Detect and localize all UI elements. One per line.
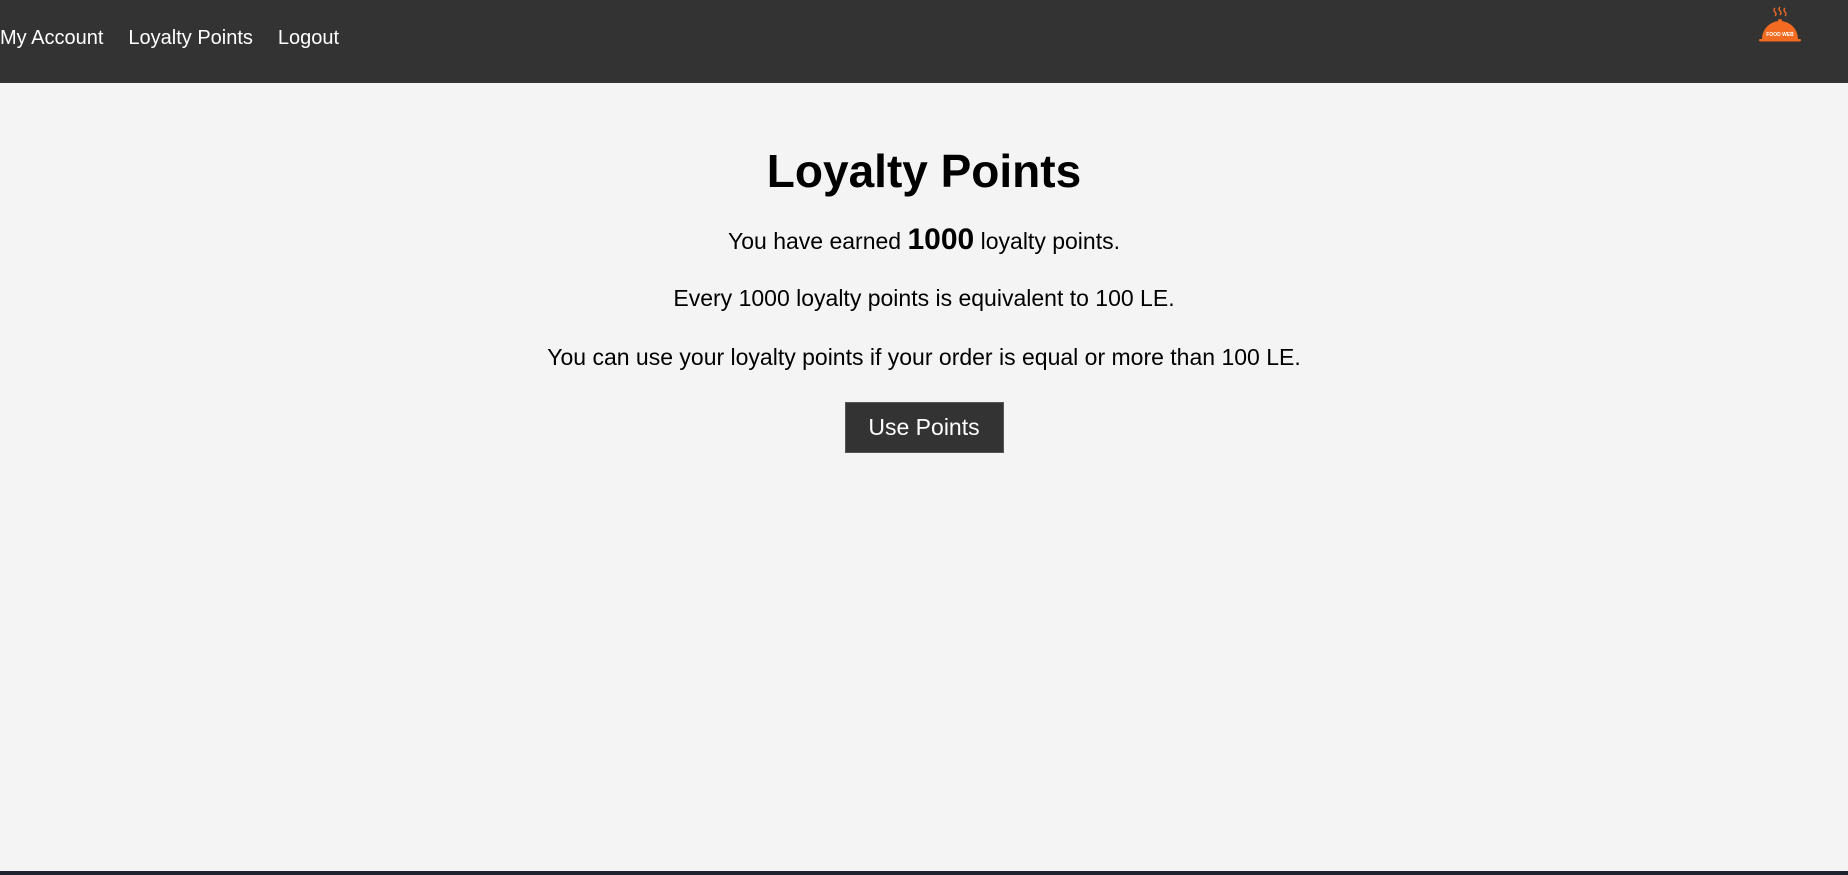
loyalty-points-content: Loyalty Points You have earned 1000 loya…	[0, 83, 1848, 453]
earned-suffix: loyalty points.	[974, 228, 1120, 254]
conversion-info-text: Every 1000 loyalty points is equivalent …	[673, 285, 1175, 311]
nav-loyalty-points-link[interactable]: Loyalty Points	[128, 25, 253, 51]
nav-links: My Account Loyalty Points Logout	[0, 25, 339, 51]
logo-text: FOOD WEB	[1766, 32, 1794, 38]
nav-logout-link[interactable]: Logout	[278, 25, 339, 51]
bottom-border	[0, 871, 1848, 875]
food-web-logo[interactable]: FOOD WEB	[1756, 6, 1804, 48]
use-points-button[interactable]: Use Points	[844, 402, 1004, 453]
usage-rule-text: You can use your loyalty points if your …	[547, 344, 1301, 370]
nav-my-account-link[interactable]: My Account	[0, 25, 103, 51]
page-title: Loyalty Points	[766, 145, 1082, 197]
earned-prefix: You have earned	[728, 228, 908, 254]
top-navbar: My Account Loyalty Points Logout FOOD WE…	[0, 0, 1848, 83]
points-value: 1000	[907, 223, 975, 256]
earned-points-text: You have earned 1000 loyalty points.	[0, 223, 1848, 258]
